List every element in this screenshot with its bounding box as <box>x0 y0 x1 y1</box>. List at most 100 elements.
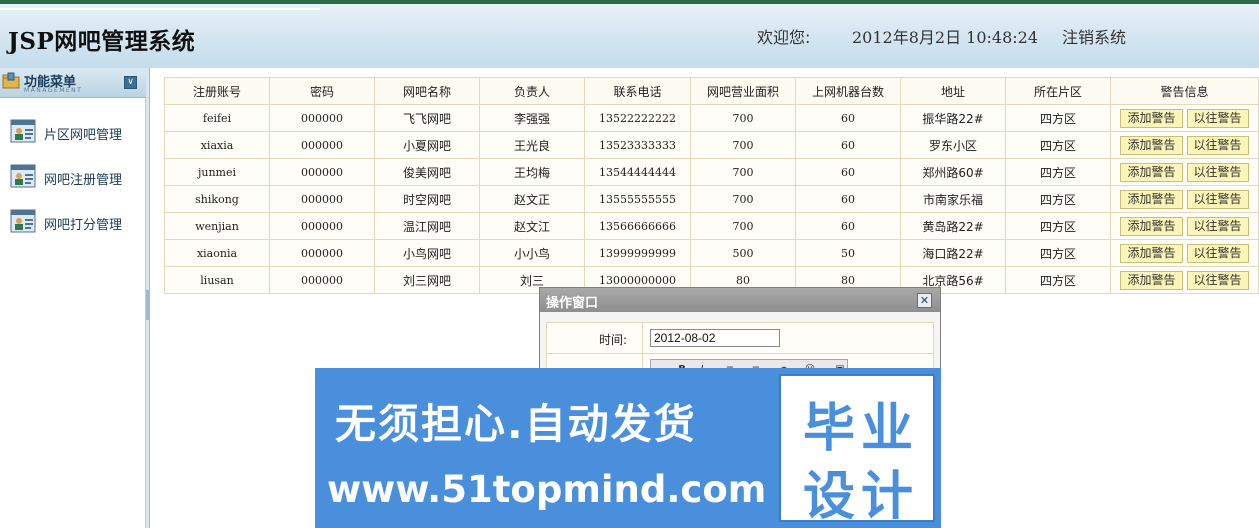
area-cell: 700 <box>690 131 796 159</box>
phone-cell: 13522222222 <box>584 104 691 132</box>
area-cell: 700 <box>690 212 796 240</box>
netbar-table: 注册账号 密码 网吧名称 负责人 联系电话 网吧营业面积 上网机器台数 地址 所… <box>164 77 1259 294</box>
phone-cell: 13523333333 <box>584 131 691 159</box>
password-cell: 000000 <box>269 158 375 186</box>
column-header: 密码 <box>269 77 375 105</box>
address-cell: 郑州路60# <box>900 158 1006 186</box>
history-warning-button[interactable]: 以往警告 <box>1186 243 1249 263</box>
column-header: 注册账号 <box>164 77 270 105</box>
netbar-name-cell: 时空网吧 <box>374 185 480 213</box>
machine-count-cell: 60 <box>795 131 901 159</box>
history-warning-button[interactable]: 以往警告 <box>1186 162 1249 182</box>
password-cell: 000000 <box>269 266 375 294</box>
watermark-logo-top: 毕业 <box>803 399 920 459</box>
add-warning-button[interactable]: 添加警告 <box>1120 135 1183 155</box>
netbar-name-cell: 刘三网吧 <box>374 266 480 294</box>
district-cell: 四方区 <box>1005 239 1111 267</box>
sidebar-item-label: 网吧打分管理 <box>44 218 123 233</box>
user-card-icon <box>10 209 36 233</box>
district-cell: 四方区 <box>1005 266 1111 294</box>
table-row: feifei 000000 飞飞网吧 李强强 13522222222 700 6… <box>164 104 1259 132</box>
district-cell: 四方区 <box>1005 185 1111 213</box>
warning-actions-cell: 添加警告 以往警告 <box>1110 158 1259 186</box>
phone-cell: 13999999999 <box>584 239 691 267</box>
warning-actions-cell: 添加警告 以往警告 <box>1110 212 1259 240</box>
phone-cell: 13555555555 <box>584 185 691 213</box>
welcome-text: 欢迎您: <box>757 28 811 47</box>
netbar-name-cell: 飞飞网吧 <box>374 104 480 132</box>
column-header: 警告信息 <box>1110 77 1259 105</box>
watermark-logo-bottom: 设计 <box>803 467 920 527</box>
address-cell: 市南家乐福 <box>900 185 1006 213</box>
password-cell: 000000 <box>269 185 375 213</box>
add-warning-button[interactable]: 添加警告 <box>1120 216 1183 236</box>
app-title: JSP网吧管理系统 <box>8 28 196 55</box>
header-highlight <box>0 8 320 10</box>
phone-cell: 13566666666 <box>584 212 691 240</box>
sidebar-item-label: 网吧注册管理 <box>44 173 123 188</box>
manager-cell: 赵文江 <box>479 212 585 240</box>
warning-actions-cell: 添加警告 以往警告 <box>1110 131 1259 159</box>
netbar-name-cell: 小鸟网吧 <box>374 239 480 267</box>
address-cell: 海口路22# <box>900 239 1006 267</box>
warning-actions-cell: 添加警告 以往警告 <box>1110 239 1259 267</box>
add-warning-button[interactable]: 添加警告 <box>1120 270 1183 290</box>
address-cell: 罗东小区 <box>900 131 1006 159</box>
table-row: xiaonia 000000 小鸟网吧 小小鸟 13999999999 500 … <box>164 239 1259 267</box>
add-warning-button[interactable]: 添加警告 <box>1120 189 1183 209</box>
header-bar: JSP网吧管理系统 欢迎您: 2012年8月2日 10:48:24 注销系统 <box>0 0 1259 68</box>
column-header: 地址 <box>900 77 1006 105</box>
district-cell: 四方区 <box>1005 158 1111 186</box>
password-cell: 000000 <box>269 239 375 267</box>
add-warning-button[interactable]: 添加警告 <box>1120 162 1183 182</box>
menu-subtitle: MANAGEMENT <box>24 87 83 94</box>
table-header-row: 注册账号 密码 网吧名称 负责人 联系电话 网吧营业面积 上网机器台数 地址 所… <box>164 77 1259 105</box>
history-warning-button[interactable]: 以往警告 <box>1186 108 1249 128</box>
sidebar-item-label: 片区网吧管理 <box>44 128 123 143</box>
history-warning-button[interactable]: 以往警告 <box>1186 135 1249 155</box>
netbar-name-cell: 俊美网吧 <box>374 158 480 186</box>
machine-count-cell: 50 <box>795 239 901 267</box>
sidebar-item-netbar-registration[interactable]: 网吧注册管理 <box>10 163 140 191</box>
time-input[interactable] <box>650 329 780 347</box>
current-datetime: 2012年8月2日 10:48:24 <box>852 28 1039 47</box>
password-cell: 000000 <box>269 104 375 132</box>
area-cell: 700 <box>690 158 796 186</box>
machine-count-cell: 60 <box>795 158 901 186</box>
add-warning-button[interactable]: 添加警告 <box>1120 243 1183 263</box>
table-row: junmei 000000 俊美网吧 王均梅 13544444444 700 6… <box>164 158 1259 186</box>
table-row: shikong 000000 时空网吧 赵文正 13555555555 700 … <box>164 185 1259 213</box>
sidebar-item-area-netbar[interactable]: 片区网吧管理 <box>10 118 140 146</box>
history-warning-button[interactable]: 以往警告 <box>1186 189 1249 209</box>
warning-actions-cell: 添加警告 以往警告 <box>1110 185 1259 213</box>
area-cell: 700 <box>690 185 796 213</box>
form-row-divider <box>547 353 933 354</box>
netbar-name-cell: 温江网吧 <box>374 212 480 240</box>
add-warning-button[interactable]: 添加警告 <box>1120 108 1183 128</box>
manager-cell: 李强强 <box>479 104 585 132</box>
history-warning-button[interactable]: 以往警告 <box>1186 216 1249 236</box>
watermark-slogan: 无须担心.自动发货 <box>335 400 697 448</box>
column-header: 负责人 <box>479 77 585 105</box>
account-cell: shikong <box>164 185 270 213</box>
watermark-logo-box: 毕业 设计 <box>779 374 935 527</box>
warning-actions-cell: 添加警告 以往警告 <box>1110 266 1259 294</box>
logout-link[interactable]: 注销系统 <box>1062 24 1126 48</box>
manager-cell: 王均梅 <box>479 158 585 186</box>
manager-cell: 小小鸟 <box>479 239 585 267</box>
collapse-menu-icon[interactable]: ∨ <box>124 76 137 89</box>
district-cell: 四方区 <box>1005 212 1111 240</box>
column-header: 网吧名称 <box>374 77 480 105</box>
user-card-icon <box>10 164 36 188</box>
dialog-titlebar[interactable]: 操作窗口 ✕ <box>540 288 940 312</box>
column-header: 联系电话 <box>584 77 691 105</box>
address-cell: 振华路22# <box>900 104 1006 132</box>
column-header: 网吧营业面积 <box>690 77 796 105</box>
sidebar-item-netbar-scoring[interactable]: 网吧打分管理 <box>10 208 140 236</box>
account-cell: feifei <box>164 104 270 132</box>
splitter-grip[interactable] <box>146 290 150 320</box>
manager-cell: 赵文正 <box>479 185 585 213</box>
area-cell: 700 <box>690 104 796 132</box>
history-warning-button[interactable]: 以往警告 <box>1186 270 1249 290</box>
close-icon[interactable]: ✕ <box>917 293 932 308</box>
